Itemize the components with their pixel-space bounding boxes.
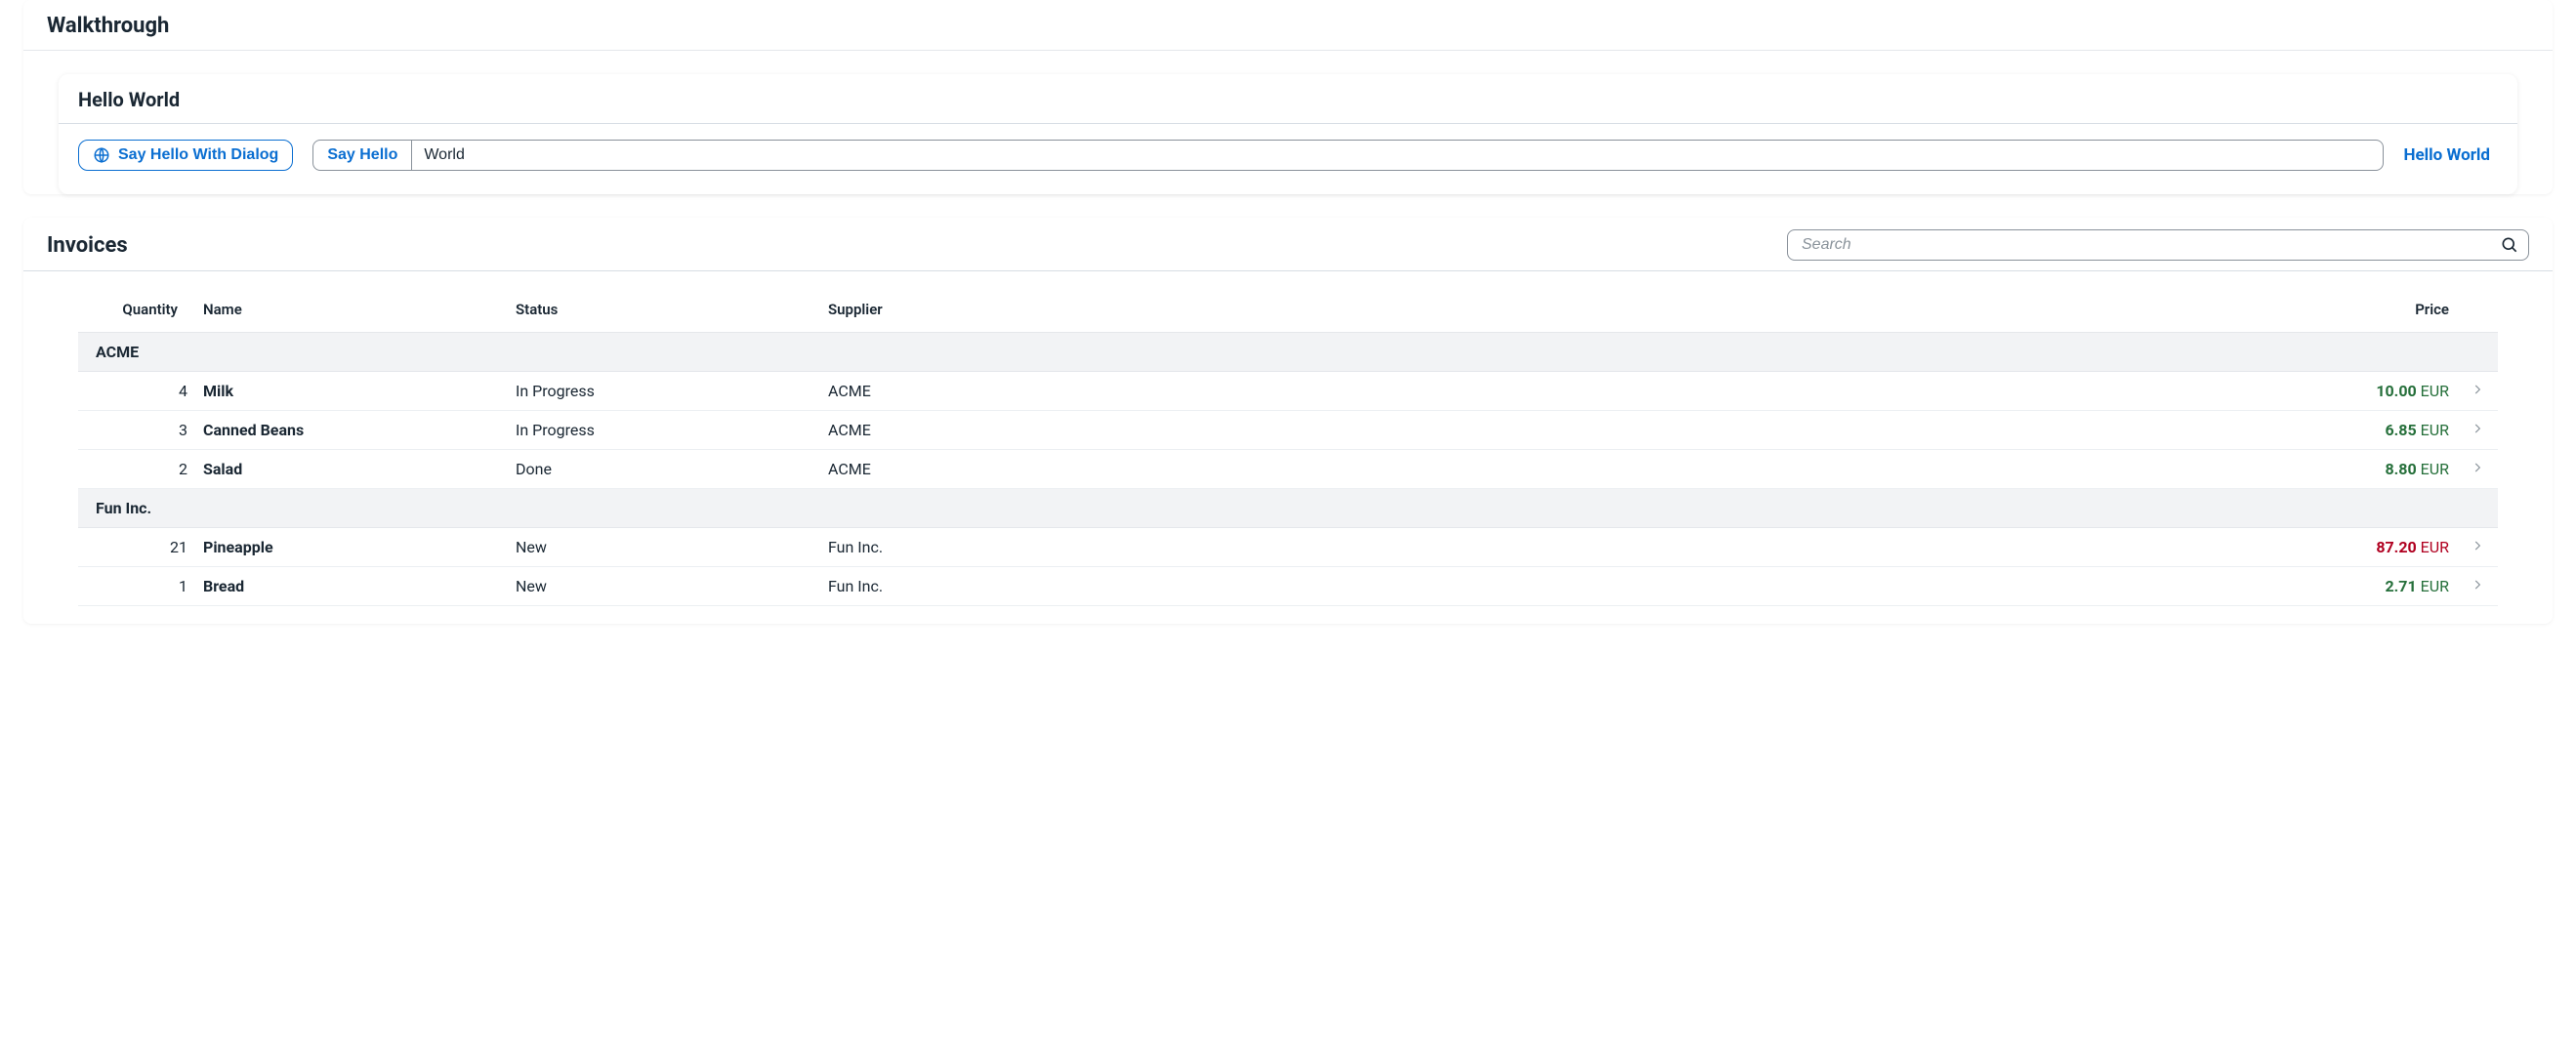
- group-label: ACME: [78, 333, 2498, 372]
- col-name[interactable]: Name: [195, 291, 508, 333]
- cell-nav[interactable]: [2457, 450, 2498, 489]
- say-hello-dialog-label: Say Hello With Dialog: [118, 146, 278, 164]
- cell-supplier: Fun Inc.: [820, 567, 2252, 606]
- page-title: Walkthrough: [23, 0, 2553, 51]
- col-price[interactable]: Price: [2252, 291, 2457, 333]
- invoices-title: Invoices: [47, 233, 128, 258]
- group-header[interactable]: ACME: [78, 333, 2498, 372]
- cell-supplier: Fun Inc.: [820, 528, 2252, 567]
- hello-panel: Hello World Say Hello With Dialog Say He…: [59, 74, 2517, 194]
- group-label: Fun Inc.: [78, 489, 2498, 528]
- table-row[interactable]: 2SaladDoneACME8.80EUR: [78, 450, 2498, 489]
- cell-status: Done: [508, 450, 820, 489]
- cell-price: 8.80EUR: [2252, 450, 2457, 489]
- chevron-right-icon: [2471, 539, 2484, 552]
- cell-nav[interactable]: [2457, 411, 2498, 450]
- table-row[interactable]: 1BreadNewFun Inc.2.71EUR: [78, 567, 2498, 606]
- cell-status: In Progress: [508, 411, 820, 450]
- cell-status: New: [508, 528, 820, 567]
- cell-quantity: 21: [78, 528, 195, 567]
- col-quantity[interactable]: Quantity: [78, 291, 195, 333]
- cell-name: Bread: [195, 567, 508, 606]
- cell-price: 2.71EUR: [2252, 567, 2457, 606]
- hello-input[interactable]: [412, 140, 2384, 171]
- cell-quantity: 3: [78, 411, 195, 450]
- search-input[interactable]: [1787, 229, 2529, 261]
- table-row[interactable]: 21PineappleNewFun Inc.87.20EUR: [78, 528, 2498, 567]
- chevron-right-icon: [2471, 383, 2484, 396]
- chevron-right-icon: [2471, 422, 2484, 435]
- cell-quantity: 4: [78, 372, 195, 411]
- cell-supplier: ACME: [820, 411, 2252, 450]
- cell-status: New: [508, 567, 820, 606]
- cell-nav[interactable]: [2457, 372, 2498, 411]
- cell-name: Pineapple: [195, 528, 508, 567]
- cell-price: 87.20EUR: [2252, 528, 2457, 567]
- invoices-table: Quantity Name Status Supplier Price ACME…: [78, 291, 2498, 606]
- cell-supplier: ACME: [820, 450, 2252, 489]
- cell-nav[interactable]: [2457, 567, 2498, 606]
- globe-icon: [93, 146, 110, 164]
- cell-name: Salad: [195, 450, 508, 489]
- cell-name: Canned Beans: [195, 411, 508, 450]
- chevron-right-icon: [2471, 461, 2484, 474]
- group-header[interactable]: Fun Inc.: [78, 489, 2498, 528]
- cell-price: 10.00EUR: [2252, 372, 2457, 411]
- invoices-panel: Invoices Quantity Name Status: [23, 218, 2553, 624]
- search-icon: [2500, 235, 2519, 255]
- hello-title: Hello World: [59, 74, 2517, 124]
- table-row[interactable]: 4MilkIn ProgressACME10.00EUR: [78, 372, 2498, 411]
- say-hello-dialog-button[interactable]: Say Hello With Dialog: [78, 140, 293, 171]
- cell-quantity: 2: [78, 450, 195, 489]
- walkthrough-panel: Walkthrough Hello World Say Hello With D…: [23, 0, 2553, 194]
- cell-nav[interactable]: [2457, 528, 2498, 567]
- table-row[interactable]: 3Canned BeansIn ProgressACME6.85EUR: [78, 411, 2498, 450]
- col-supplier[interactable]: Supplier: [820, 291, 2252, 333]
- hello-world-link[interactable]: Hello World: [2403, 145, 2498, 165]
- col-status[interactable]: Status: [508, 291, 820, 333]
- cell-price: 6.85EUR: [2252, 411, 2457, 450]
- cell-status: In Progress: [508, 372, 820, 411]
- chevron-right-icon: [2471, 578, 2484, 592]
- say-hello-button[interactable]: Say Hello: [312, 140, 412, 171]
- cell-name: Milk: [195, 372, 508, 411]
- cell-supplier: ACME: [820, 372, 2252, 411]
- cell-quantity: 1: [78, 567, 195, 606]
